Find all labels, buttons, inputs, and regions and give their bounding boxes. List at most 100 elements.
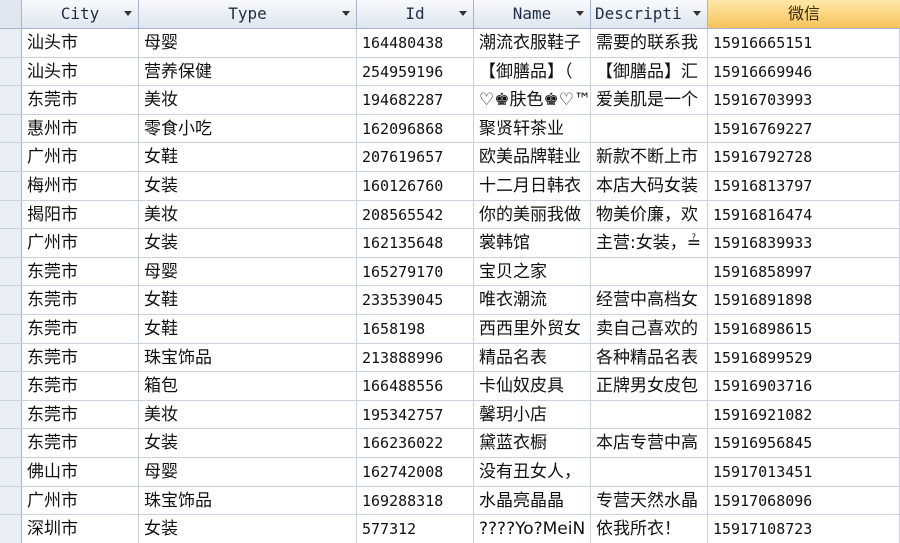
- cell-description[interactable]: [591, 400, 708, 429]
- cell-name[interactable]: 裳韩馆: [474, 229, 591, 257]
- cell-name[interactable]: 馨玥小店: [474, 400, 591, 429]
- cell-type[interactable]: 女装: [139, 171, 357, 200]
- cell-name[interactable]: ????Yo?MeiN: [474, 515, 591, 543]
- cell-city[interactable]: 东莞市: [22, 343, 139, 372]
- cell-id[interactable]: 207619657: [357, 143, 474, 171]
- table-row[interactable]: 广州市 珠宝饰品 169288318 水晶亮晶晶 专营天然水晶 15917068096: [0, 486, 900, 516]
- cell-city[interactable]: 东莞市: [22, 372, 139, 400]
- cell-description[interactable]: [591, 257, 708, 286]
- cell-description[interactable]: 经营中高档女: [591, 286, 708, 314]
- cell-city[interactable]: 深圳市: [22, 515, 139, 543]
- cell-city[interactable]: 广州市: [22, 486, 139, 515]
- cell-wechat[interactable]: 15916898615: [708, 314, 900, 343]
- dropdown-arrow-icon[interactable]: [459, 11, 467, 16]
- table-row[interactable]: 东莞市 美妆 194682287 ♡♚肤色♚♡™ 爱美肌是一个 15916703993: [0, 86, 900, 115]
- cell-type[interactable]: 美妆: [139, 400, 357, 429]
- cell-wechat[interactable]: 15916813797: [708, 171, 900, 200]
- cell-city[interactable]: 东莞市: [22, 429, 139, 457]
- row-selector[interactable]: [0, 57, 22, 86]
- cell-type[interactable]: 箱包: [139, 372, 357, 400]
- cell-name[interactable]: 西西里外贸女: [474, 314, 591, 343]
- cell-wechat[interactable]: 15916956845: [708, 429, 900, 457]
- table-row[interactable]: 东莞市 女鞋 1658198 西西里外贸女 卖自己喜欢的 15916898615: [0, 314, 900, 344]
- cell-city[interactable]: 梅州市: [22, 171, 139, 200]
- table-row[interactable]: 广州市 女装 162135648 裳韩馆 主营:女装，≟ 15916839933: [0, 229, 900, 258]
- cell-type[interactable]: 美妆: [139, 86, 357, 114]
- row-selector[interactable]: [0, 457, 22, 486]
- column-header-city[interactable]: City: [22, 0, 139, 28]
- cell-wechat[interactable]: 15917013451: [708, 457, 900, 486]
- cell-description[interactable]: 本店大码女装: [591, 171, 708, 200]
- column-header-name[interactable]: Name: [474, 0, 591, 28]
- cell-wechat[interactable]: 15916921082: [708, 400, 900, 429]
- cell-id[interactable]: 254959196: [357, 57, 474, 86]
- row-selector[interactable]: [0, 86, 22, 114]
- row-selector[interactable]: [0, 486, 22, 515]
- cell-type[interactable]: 营养保健: [139, 57, 357, 86]
- column-header-id[interactable]: Id: [357, 0, 474, 28]
- cell-wechat[interactable]: 15916903716: [708, 372, 900, 400]
- cell-id[interactable]: 162742008: [357, 457, 474, 486]
- cell-id[interactable]: 166488556: [357, 372, 474, 400]
- row-selector[interactable]: [0, 229, 22, 257]
- cell-wechat[interactable]: 15916816474: [708, 200, 900, 229]
- table-row[interactable]: 惠州市 零食小吃 162096868 聚贤轩茶业 15916769227: [0, 114, 900, 144]
- column-header-wechat[interactable]: 微信: [708, 0, 900, 28]
- dropdown-arrow-icon[interactable]: [693, 11, 701, 16]
- cell-name[interactable]: 没有丑女人，: [474, 457, 591, 486]
- cell-name[interactable]: 卡仙奴皮具: [474, 372, 591, 400]
- cell-id[interactable]: 160126760: [357, 171, 474, 200]
- cell-type[interactable]: 女装: [139, 229, 357, 257]
- cell-description[interactable]: 本店专营中高: [591, 429, 708, 457]
- table-row[interactable]: 东莞市 美妆 195342757 馨玥小店 15916921082: [0, 400, 900, 430]
- row-selector[interactable]: [0, 515, 22, 543]
- cell-city[interactable]: 惠州市: [22, 114, 139, 143]
- row-selector[interactable]: [0, 143, 22, 171]
- cell-id[interactable]: 169288318: [357, 486, 474, 515]
- row-selector[interactable]: [0, 286, 22, 314]
- cell-type[interactable]: 女装: [139, 429, 357, 457]
- table-row[interactable]: 东莞市 女鞋 233539045 唯衣潮流 经营中高档女 15916891898: [0, 286, 900, 315]
- cell-name[interactable]: 十二月日韩衣: [474, 171, 591, 200]
- cell-city[interactable]: 佛山市: [22, 457, 139, 486]
- cell-description[interactable]: 物美价廉，欢: [591, 200, 708, 229]
- cell-id[interactable]: 577312: [357, 515, 474, 543]
- cell-city[interactable]: 广州市: [22, 143, 139, 171]
- cell-name[interactable]: 聚贤轩茶业: [474, 114, 591, 143]
- cell-name[interactable]: 黛蓝衣橱: [474, 429, 591, 457]
- cell-description[interactable]: 专营天然水晶: [591, 486, 708, 515]
- cell-type[interactable]: 母婴: [139, 457, 357, 486]
- cell-wechat[interactable]: 15916891898: [708, 286, 900, 314]
- cell-city[interactable]: 东莞市: [22, 286, 139, 314]
- table-row[interactable]: 东莞市 箱包 166488556 卡仙奴皮具 正牌男女皮包 15916903716: [0, 372, 900, 401]
- cell-description[interactable]: 需要的联系我: [591, 29, 708, 57]
- table-row[interactable]: 东莞市 母婴 165279170 宝贝之家 15916858997: [0, 257, 900, 287]
- cell-description[interactable]: [591, 457, 708, 486]
- cell-wechat[interactable]: 15917108723: [708, 515, 900, 543]
- cell-wechat[interactable]: 15917068096: [708, 486, 900, 515]
- cell-id[interactable]: 162096868: [357, 114, 474, 143]
- cell-wechat[interactable]: 15916899529: [708, 343, 900, 372]
- cell-description[interactable]: [591, 114, 708, 143]
- cell-type[interactable]: 母婴: [139, 257, 357, 286]
- cell-id[interactable]: 166236022: [357, 429, 474, 457]
- cell-description[interactable]: 新款不断上市: [591, 143, 708, 171]
- dropdown-arrow-icon[interactable]: [124, 11, 132, 16]
- cell-name[interactable]: 你的美丽我做: [474, 200, 591, 229]
- cell-wechat[interactable]: 15916839933: [708, 229, 900, 257]
- table-row[interactable]: 梅州市 女装 160126760 十二月日韩衣 本店大码女装 15916813797: [0, 171, 900, 201]
- select-all-corner[interactable]: [0, 0, 22, 28]
- cell-wechat[interactable]: 15916703993: [708, 86, 900, 114]
- row-selector[interactable]: [0, 29, 22, 57]
- cell-name[interactable]: 潮流衣服鞋子: [474, 29, 591, 57]
- row-selector[interactable]: [0, 171, 22, 200]
- table-row[interactable]: 佛山市 母婴 162742008 没有丑女人， 15917013451: [0, 457, 900, 487]
- cell-type[interactable]: 女装: [139, 515, 357, 543]
- cell-name[interactable]: 欧美品牌鞋业: [474, 143, 591, 171]
- cell-id[interactable]: 233539045: [357, 286, 474, 314]
- column-header-description[interactable]: Descripti: [591, 0, 708, 28]
- cell-city[interactable]: 揭阳市: [22, 200, 139, 229]
- cell-type[interactable]: 女鞋: [139, 143, 357, 171]
- cell-name[interactable]: 宝贝之家: [474, 257, 591, 286]
- row-selector[interactable]: [0, 114, 22, 143]
